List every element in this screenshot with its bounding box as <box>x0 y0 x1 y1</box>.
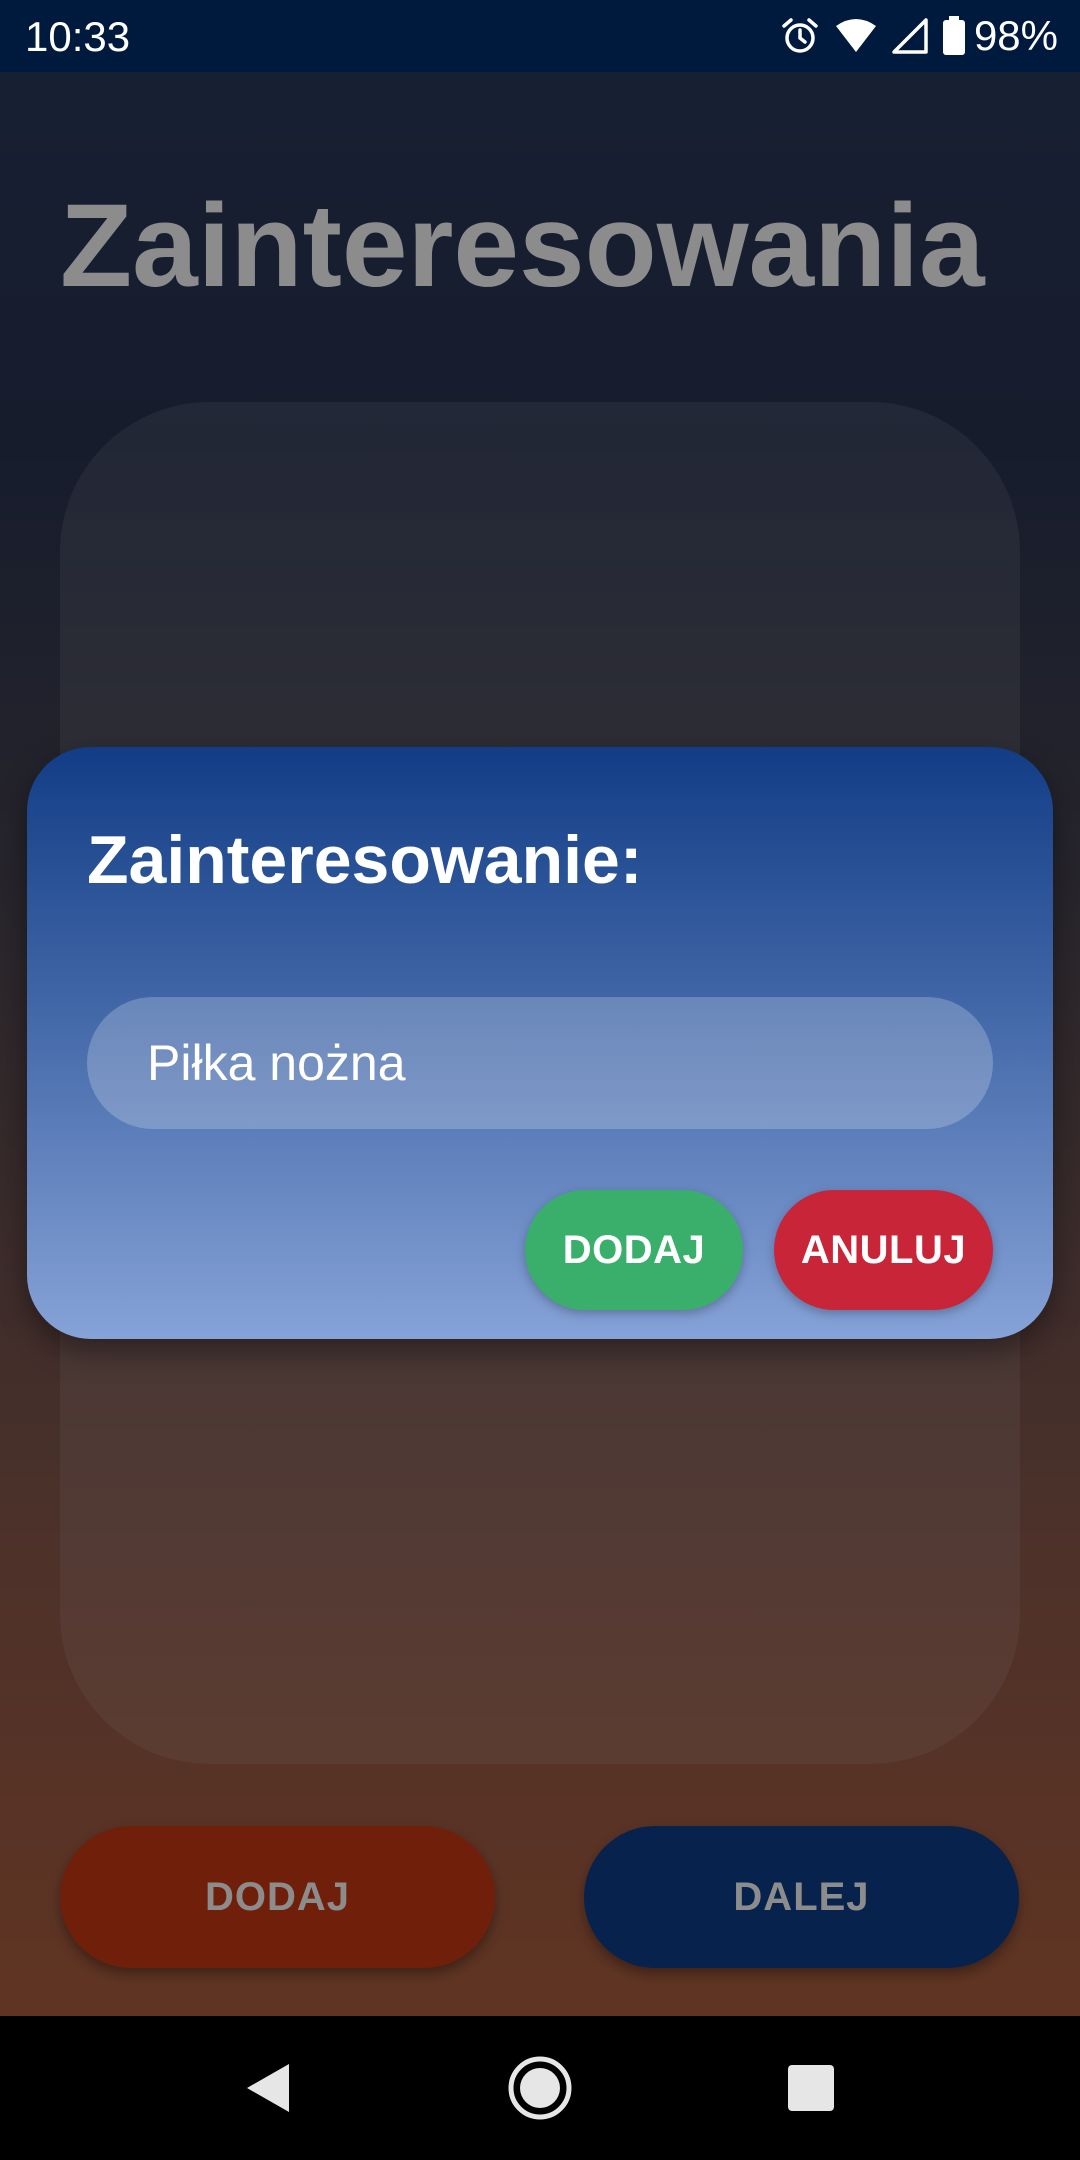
status-bar: 10:33 98% <box>0 0 1080 72</box>
add-interest-dialog: Zainteresowanie: DODAJ ANULUJ <box>27 747 1053 1339</box>
back-icon[interactable] <box>240 2056 296 2120</box>
home-icon[interactable] <box>505 2056 575 2120</box>
battery-level: 98% <box>973 12 1058 59</box>
dialog-cancel-button[interactable]: ANULUJ <box>774 1190 993 1310</box>
alarm-icon <box>780 16 820 56</box>
recents-icon[interactable] <box>786 2056 836 2120</box>
battery-icon <box>942 16 966 56</box>
app-screen: 10:33 98% Zainteresowania DODAJ DALEJ Za… <box>0 0 1080 2016</box>
dialog-add-button[interactable]: DODAJ <box>525 1190 743 1310</box>
navigation-bar <box>0 2016 1080 2160</box>
status-icons: 98% <box>766 12 1058 60</box>
interest-input[interactable] <box>87 997 993 1129</box>
dialog-title: Zainteresowanie: <box>87 822 643 898</box>
status-time: 10:33 <box>25 13 131 60</box>
wifi-icon <box>834 18 878 54</box>
signal-icon <box>892 18 928 54</box>
